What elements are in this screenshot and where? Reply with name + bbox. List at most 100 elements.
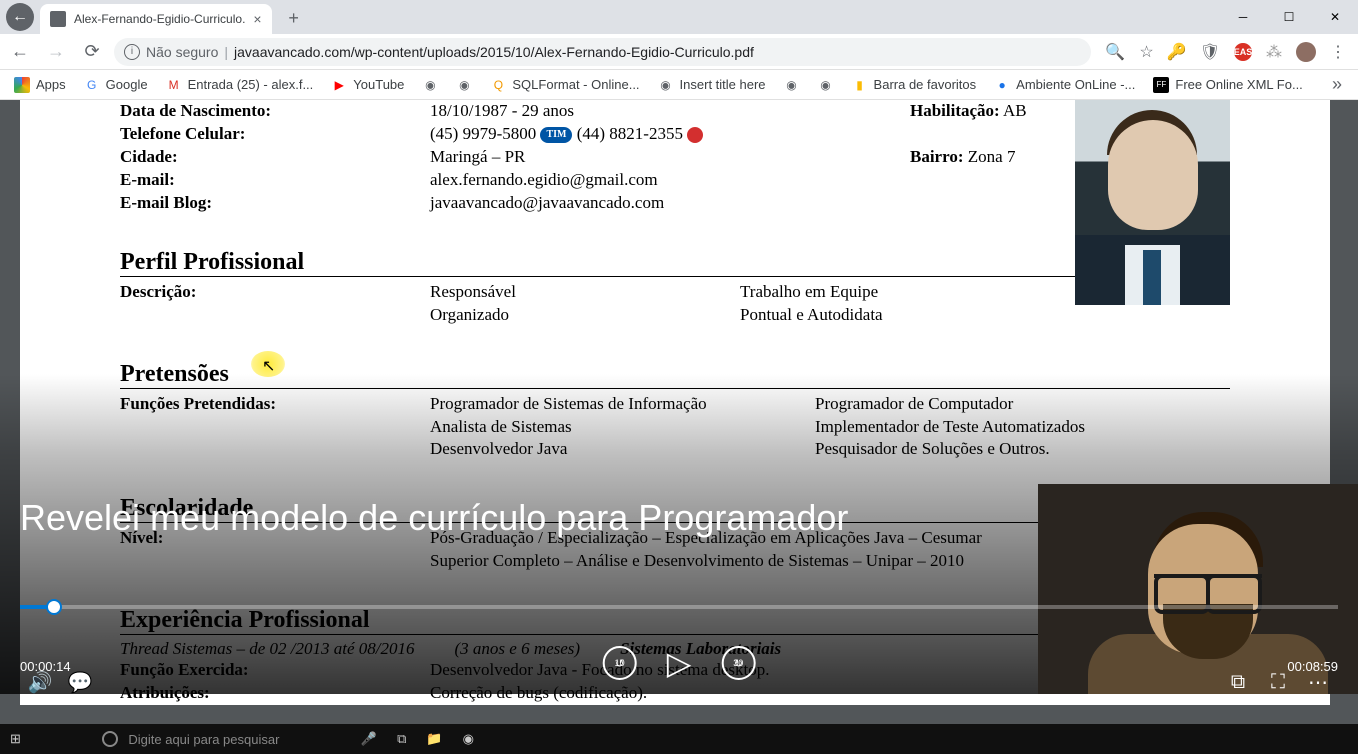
bookmark-icon: FF: [1153, 77, 1169, 93]
security-label: Não seguro: [146, 44, 218, 60]
func-c2-0: Programador de Computador: [815, 393, 1230, 416]
value-habilitacao: AB: [1003, 101, 1027, 120]
label-funcoes: Funções Pretendidas:: [120, 393, 430, 462]
func-c2-1: Implementador de Teste Automatizados: [815, 416, 1230, 439]
bookmark-label: Google: [106, 77, 148, 92]
label-dob: Data de Nascimento:: [120, 100, 430, 123]
apps-label: Apps: [36, 77, 66, 92]
url-bar[interactable]: i Não seguro | javaavancado.com/wp-conte…: [114, 38, 1091, 66]
value-phone2: (44) 8821-2355: [577, 124, 683, 143]
bookmark-icon: ◉: [422, 77, 438, 93]
label-atribuicoes: Atribuições:: [120, 682, 430, 705]
bookmark-item[interactable]: ◉: [812, 73, 840, 97]
minimize-button[interactable]: ─: [1220, 0, 1266, 34]
eas-extension-icon[interactable]: EAS: [1234, 43, 1252, 61]
bookmark-item[interactable]: ◉ Insert title here: [652, 73, 772, 97]
value-email: alex.fernando.egidio@gmail.com: [430, 170, 658, 189]
func-c1-0: Programador de Sistemas de Informação: [430, 393, 815, 416]
captions-icon[interactable]: 💬: [60, 662, 100, 702]
skip-back-label: 10: [615, 658, 625, 668]
label-descricao: Descrição:: [120, 281, 430, 327]
bookmark-item[interactable]: ●Ambiente OnLine -...: [988, 73, 1141, 97]
chrome-taskbar-icon[interactable]: ◉: [453, 724, 484, 754]
close-window-button[interactable]: ✕: [1312, 0, 1358, 34]
pdf-page: Data de Nascimento:18/10/1987 - 29 anosH…: [20, 100, 1330, 705]
perfil-c2b: Pontual e Autodidata: [740, 304, 1230, 327]
perfil-c1b: Organizado: [430, 304, 740, 327]
bookmark-label: Barra de favoritos: [874, 77, 977, 92]
close-icon[interactable]: ×: [253, 11, 261, 27]
bookmark-item[interactable]: FF Free Online XML Fo...: [1147, 73, 1308, 97]
bookmark-item[interactable]: ◉: [778, 73, 806, 97]
task-view-icon[interactable]: ⧉: [387, 724, 416, 754]
bookmark-star-icon[interactable]: ☆: [1139, 42, 1153, 62]
chrome-tab-strip: ← Alex-Fernando-Egidio-Curriculo. × + ─ …: [0, 0, 1358, 34]
skip-fwd-label: 30: [733, 658, 743, 668]
new-tab-button[interactable]: +: [280, 4, 308, 32]
apps-shortcut[interactable]: Apps: [8, 73, 72, 97]
back-button[interactable]: ←: [6, 38, 34, 66]
bookmark-label: Free Online XML Fo...: [1175, 77, 1302, 92]
perfil-c1a: Responsável: [430, 281, 740, 304]
escolaridade-l2: Superior Completo – Análise e Desenvolvi…: [430, 550, 1230, 573]
value-bairro: Zona 7: [968, 147, 1016, 166]
bookmark-item[interactable]: ▮Barra de favoritos: [846, 73, 983, 97]
forward-button[interactable]: →: [42, 38, 70, 66]
bookmark-item[interactable]: ▶YouTube: [325, 73, 410, 97]
section-perfil: Perfil Profissional: [120, 249, 1230, 277]
profile-avatar[interactable]: [1296, 42, 1316, 62]
toolbar-icons: 🔍 ☆ 🔑 🛡 EAS ⁂ ⋮: [1099, 42, 1352, 62]
start-button[interactable]: ⊞: [0, 724, 31, 754]
bookmark-icon: ◉: [658, 77, 674, 93]
windows-taskbar: ⊞ Digite aqui para pesquisar 🎤 ⧉ 📁 ◉: [0, 724, 1358, 754]
skip-back-button[interactable]: ↺10: [603, 646, 637, 680]
bookmark-item[interactable]: GGoogle: [78, 73, 154, 97]
bookmark-item[interactable]: QSQLFormat - Online...: [484, 73, 645, 97]
video-center-controls: ↺10 ▷ ↻30: [603, 644, 756, 682]
maximize-button[interactable]: ☐: [1266, 0, 1312, 34]
play-button[interactable]: ▷: [667, 644, 692, 682]
more-options-icon[interactable]: ⋯: [1298, 662, 1338, 702]
bookmark-item[interactable]: MEntrada (25) - alex.f...: [160, 73, 320, 97]
pdf-viewer[interactable]: Data de Nascimento:18/10/1987 - 29 anosH…: [0, 100, 1358, 724]
func-c1-1: Analista de Sistemas: [430, 416, 815, 439]
fullscreen-icon[interactable]: ⛶: [1258, 662, 1298, 702]
reload-button[interactable]: ⟳: [78, 38, 106, 66]
bookmark-icon: Q: [490, 77, 506, 93]
exp-duracao: (3 anos e 6 meses): [455, 639, 581, 659]
volume-icon[interactable]: 🔊: [20, 662, 60, 702]
zoom-icon[interactable]: 🔍: [1105, 42, 1125, 62]
bookmarks-bar: Apps GGoogleMEntrada (25) - alex.f...▶Yo…: [0, 70, 1358, 100]
shield-icon[interactable]: 🛡: [1200, 42, 1220, 62]
address-bar-row: ← → ⟳ i Não seguro | javaavancado.com/wp…: [0, 34, 1358, 70]
bookmark-icon: ◉: [784, 77, 800, 93]
func-c2-2: Pesquisador de Soluções e Outros.: [815, 438, 1230, 461]
history-back-badge[interactable]: ←: [6, 3, 34, 31]
chrome-menu-icon[interactable]: ⋮: [1330, 42, 1346, 62]
bookmark-icon: ◉: [818, 77, 834, 93]
bookmark-icon: M: [166, 77, 182, 93]
claro-badge: [687, 127, 703, 143]
bookmark-label: Insert title here: [680, 77, 766, 92]
bookmarks-overflow[interactable]: »: [1324, 74, 1350, 95]
window-controls: ─ ☐ ✕: [1220, 0, 1358, 34]
label-email-blog: E-mail Blog:: [120, 192, 430, 215]
tab-title: Alex-Fernando-Egidio-Curriculo.: [74, 12, 245, 26]
apps-icon: [14, 77, 30, 93]
mouse-cursor: ↖: [262, 356, 275, 376]
mic-icon[interactable]: 🎤: [351, 724, 387, 754]
taskbar-search[interactable]: Digite aqui para pesquisar: [31, 724, 351, 754]
site-info-icon[interactable]: i: [124, 44, 140, 60]
bookmark-label: YouTube: [353, 77, 404, 92]
skip-forward-button[interactable]: ↻30: [721, 646, 755, 680]
bookmark-item[interactable]: ◉: [416, 73, 444, 97]
browser-tab[interactable]: Alex-Fernando-Egidio-Curriculo. ×: [40, 4, 272, 34]
file-explorer-icon[interactable]: 📁: [416, 724, 452, 754]
value-city: Maringá – PR: [430, 147, 525, 166]
extension-icon[interactable]: ⁂: [1266, 42, 1282, 62]
url-text: javaavancado.com/wp-content/uploads/2015…: [234, 44, 754, 60]
key-icon[interactable]: 🔑: [1168, 43, 1186, 61]
section-escolaridade: Escolaridade: [120, 495, 1230, 523]
miniplayer-icon[interactable]: ⧉: [1218, 662, 1258, 702]
bookmark-item[interactable]: ◉: [450, 73, 478, 97]
